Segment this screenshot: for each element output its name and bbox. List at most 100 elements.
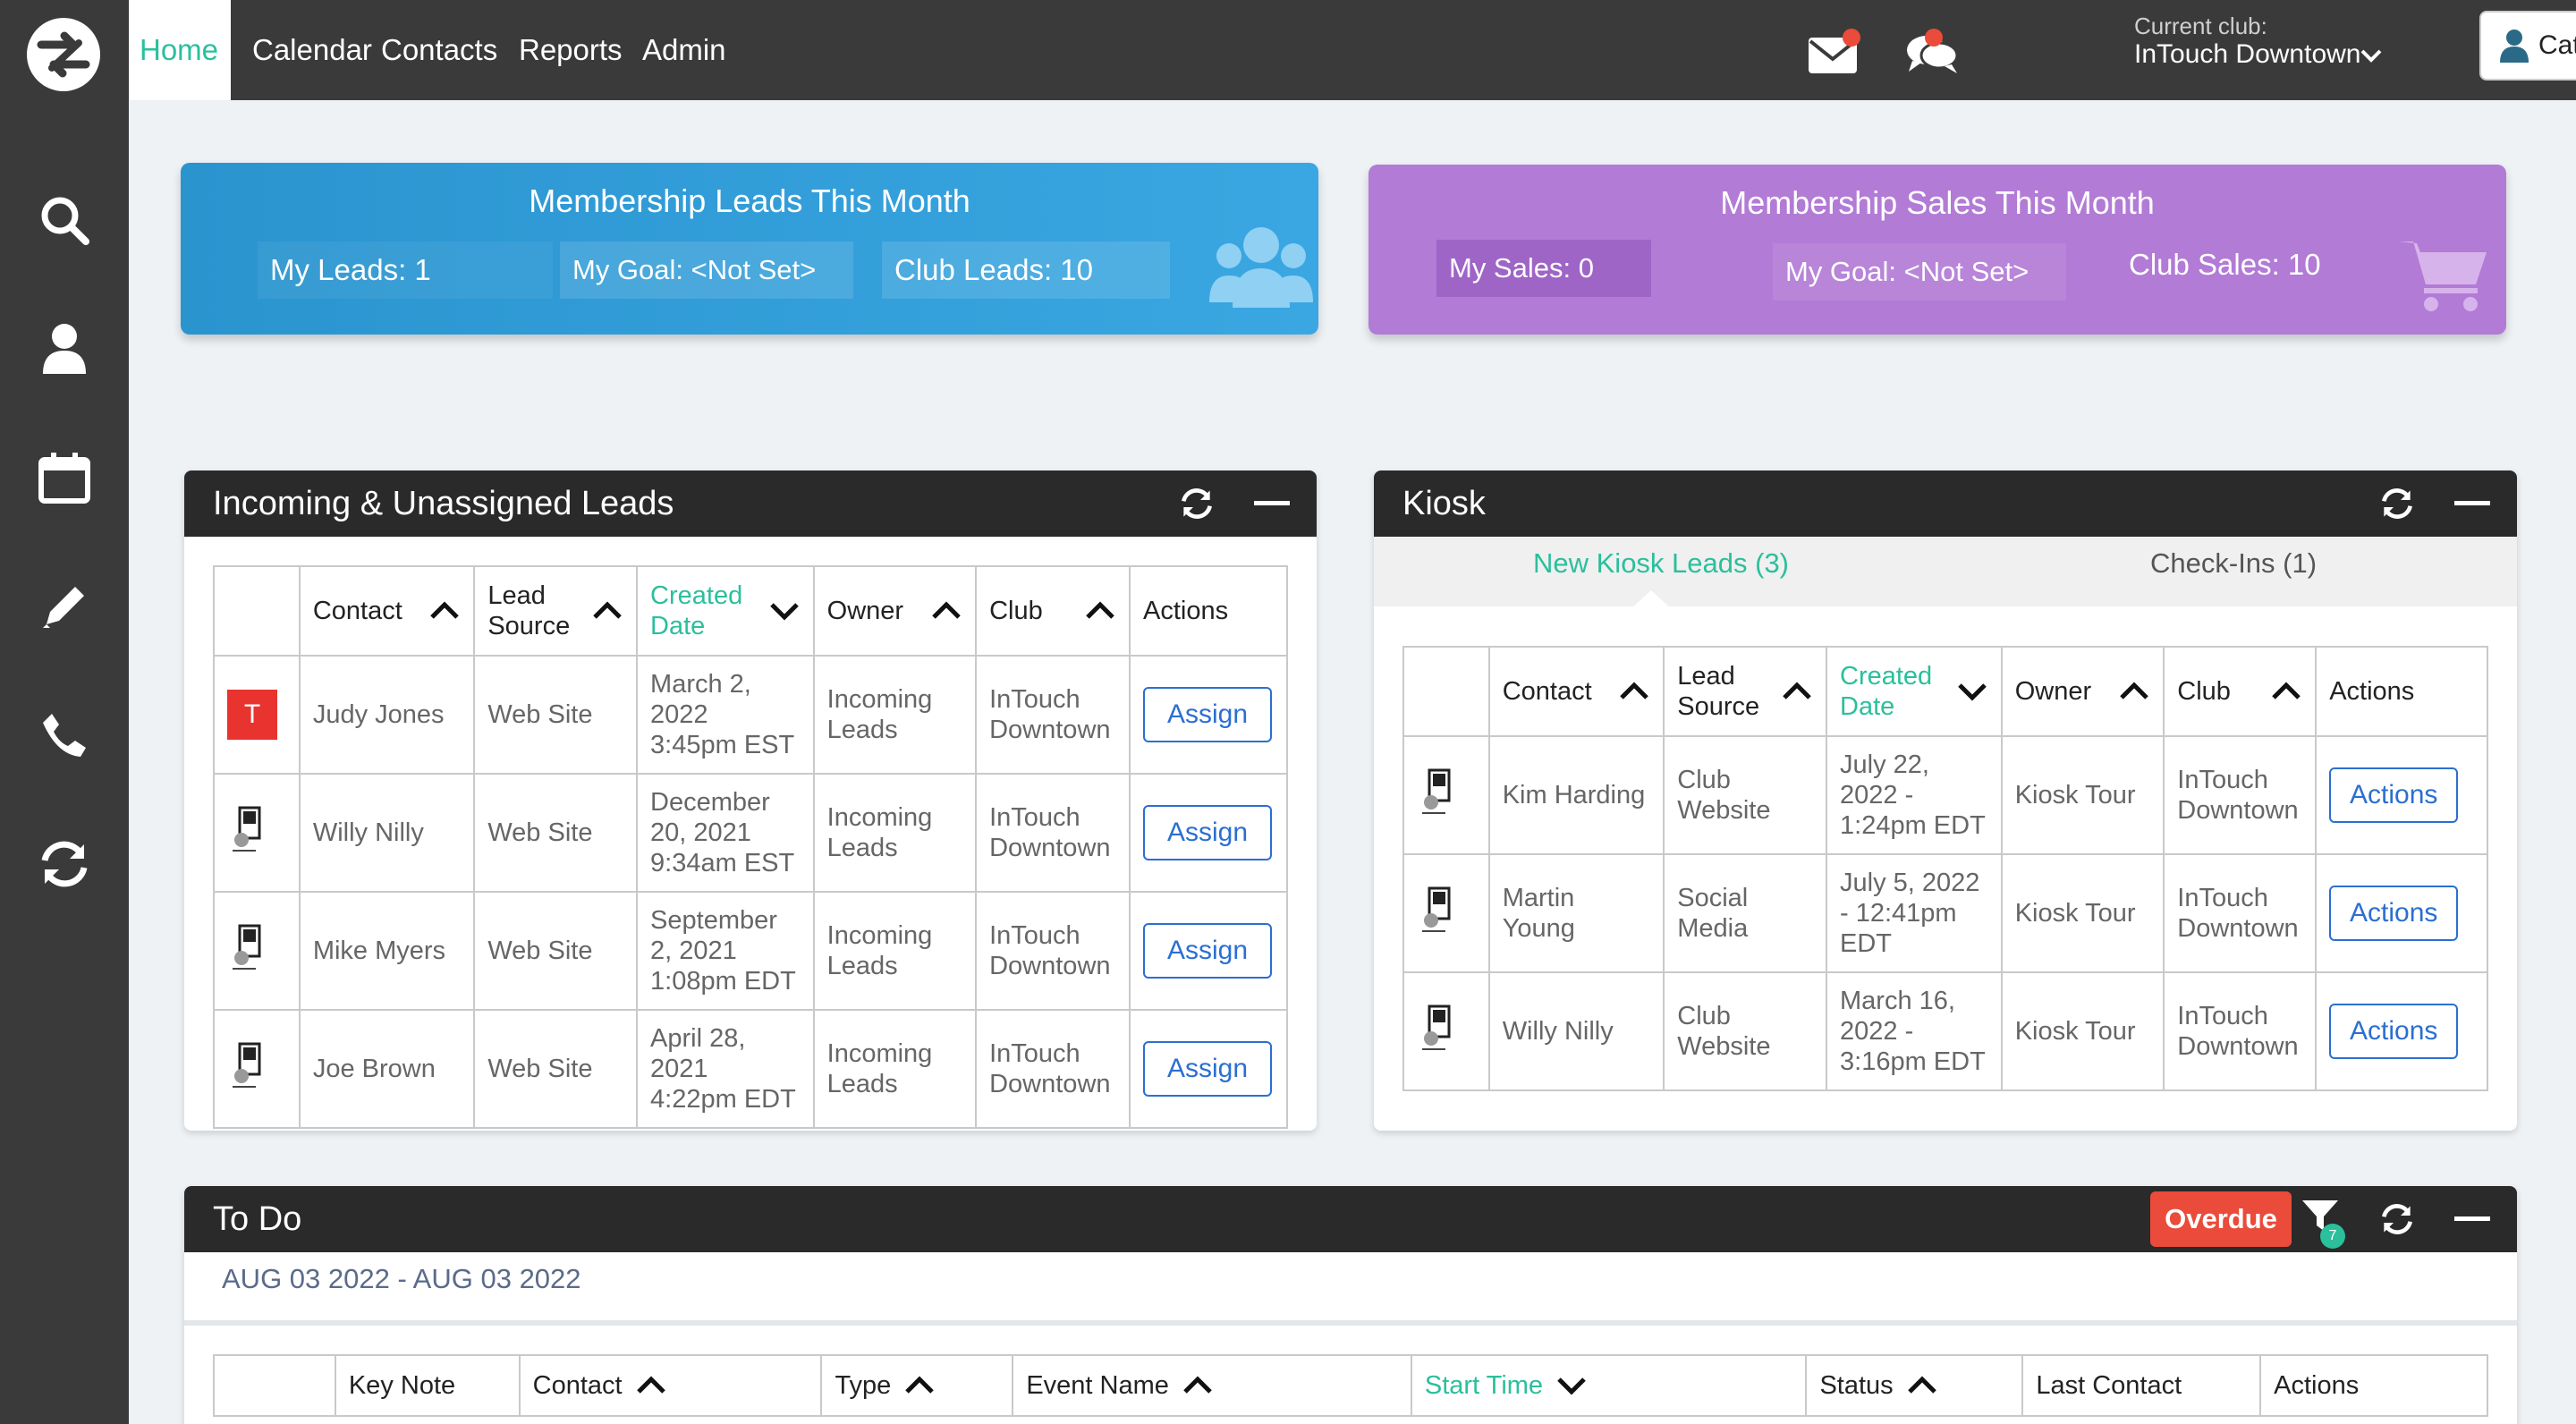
sort-down-icon[interactable] xyxy=(768,601,801,621)
column-header-start-time[interactable]: Start Time xyxy=(1410,1354,1808,1417)
column-header-contact[interactable]: Contact xyxy=(1487,646,1665,737)
nav-home[interactable]: Home xyxy=(129,0,231,100)
filter-icon[interactable]: 7 xyxy=(2301,1197,2345,1249)
assign-button[interactable]: Assign xyxy=(1142,805,1272,860)
mail-notification-badge xyxy=(1843,29,1860,47)
sort-up-icon[interactable] xyxy=(1182,1376,1214,1395)
table-row[interactable]: Willy Nilly Club Website March 16, 2022 … xyxy=(1402,971,2488,1091)
column-header-contact[interactable]: Contact xyxy=(518,1354,823,1417)
membership-sales-card: Membership Sales This Month My Sales: 0 … xyxy=(1368,165,2506,335)
refresh-icon[interactable] xyxy=(1179,486,1215,521)
kiosk-device-icon[interactable] xyxy=(1402,735,1490,855)
owner-cell: Incoming Leads xyxy=(812,891,978,1011)
table-row[interactable]: Mike Myers Web Site September 2, 2021 1:… xyxy=(213,891,1289,1011)
club-sales-stat[interactable]: Club Sales: 10 xyxy=(2116,236,2385,293)
contact-cell[interactable]: Judy Jones xyxy=(298,655,476,775)
column-header-contact[interactable]: Contact xyxy=(298,565,476,657)
sort-up-icon[interactable] xyxy=(1906,1376,1938,1395)
kiosk-device-icon[interactable] xyxy=(213,1009,301,1129)
assign-button[interactable]: Assign xyxy=(1142,1041,1272,1097)
contact-cell[interactable]: Kim Harding xyxy=(1487,735,1665,855)
user-menu-button[interactable]: Cate Tyler xyxy=(2479,11,2576,81)
nav-contacts[interactable]: Contacts xyxy=(370,0,508,100)
column-header-event-name[interactable]: Event Name xyxy=(1012,1354,1412,1417)
my-sales-stat[interactable]: My Sales: 0 xyxy=(1436,240,1651,297)
app-logo-icon[interactable] xyxy=(25,16,102,93)
column-header-lead-source[interactable]: Lead Source xyxy=(1663,646,1828,737)
actions-button[interactable]: Actions xyxy=(2329,886,2459,941)
refresh-icon[interactable] xyxy=(2379,486,2415,521)
table-row[interactable]: T Judy Jones Web Site March 2, 2022 3:45… xyxy=(213,655,1289,775)
sort-up-icon[interactable] xyxy=(1084,601,1116,621)
sales-goal-stat[interactable]: My Goal: <Not Set> xyxy=(1773,243,2066,301)
table-row[interactable]: Kim Harding Club Website July 22, 2022 -… xyxy=(1402,735,2488,855)
kiosk-device-icon[interactable] xyxy=(1402,971,1490,1091)
nav-admin[interactable]: Admin xyxy=(631,0,737,100)
minimize-icon[interactable] xyxy=(2454,1216,2490,1222)
kiosk-title: Kiosk xyxy=(1402,484,1486,522)
sort-up-icon[interactable] xyxy=(591,601,623,621)
sort-up-icon[interactable] xyxy=(1618,682,1650,701)
column-header-lead-source[interactable]: Lead Source xyxy=(473,565,639,657)
sort-down-icon[interactable] xyxy=(1555,1376,1588,1395)
pencil-icon[interactable] xyxy=(32,574,97,639)
overdue-button[interactable]: Overdue xyxy=(2150,1191,2292,1247)
column-header-type[interactable]: Type xyxy=(820,1354,1014,1417)
kiosk-device-icon[interactable] xyxy=(213,773,301,893)
leads-goal-stat[interactable]: My Goal: <Not Set> xyxy=(560,242,853,299)
minimize-icon[interactable] xyxy=(1254,501,1290,506)
sort-up-icon[interactable] xyxy=(930,601,962,621)
avatar[interactable]: T xyxy=(213,655,301,775)
actions-button[interactable]: Actions xyxy=(2329,767,2459,823)
column-header-created-date[interactable]: Created Date xyxy=(636,565,815,657)
assign-button[interactable]: Assign xyxy=(1142,923,1272,979)
column-header-owner[interactable]: Owner xyxy=(812,565,978,657)
actions-button[interactable]: Actions xyxy=(2329,1004,2459,1059)
column-header-club[interactable]: Club xyxy=(975,565,1131,657)
table-row[interactable]: Willy Nilly Web Site December 20, 2021 9… xyxy=(213,773,1289,893)
kiosk-device-icon[interactable] xyxy=(1402,853,1490,973)
nav-reports[interactable]: Reports xyxy=(508,0,633,100)
sort-up-icon[interactable] xyxy=(2270,682,2302,701)
sort-up-icon[interactable] xyxy=(635,1376,667,1395)
sort-up-icon[interactable] xyxy=(903,1376,936,1395)
sort-down-icon[interactable] xyxy=(1956,682,1988,701)
active-tab-indicator xyxy=(1631,590,1671,608)
phone-icon[interactable] xyxy=(32,703,97,767)
column-header-owner[interactable]: Owner xyxy=(2000,646,2165,737)
mail-icon[interactable] xyxy=(1805,25,1862,79)
kiosk-device-icon[interactable] xyxy=(213,891,301,1011)
table-row[interactable]: Joe Brown Web Site April 28, 2021 4:22pm… xyxy=(213,1009,1289,1129)
my-leads-stat[interactable]: My Leads: 1 xyxy=(258,242,553,299)
contact-cell[interactable]: Mike Myers xyxy=(298,891,476,1011)
contact-cell[interactable]: Willy Nilly xyxy=(1487,971,1665,1091)
todo-date-range[interactable]: AUG 03 2022 - AUG 03 2022 xyxy=(222,1263,581,1295)
contact-cell[interactable]: Joe Brown xyxy=(298,1009,476,1129)
minimize-icon[interactable] xyxy=(2454,501,2490,506)
sort-up-icon[interactable] xyxy=(428,601,461,621)
tab-check-ins[interactable]: Check-Ins (1) xyxy=(2150,547,2317,580)
calendar-icon[interactable] xyxy=(32,445,97,510)
sync-icon[interactable] xyxy=(32,832,97,896)
current-club-select[interactable]: InTouch Downtown xyxy=(2134,39,2360,70)
nav-calendar[interactable]: Calendar xyxy=(242,0,383,100)
sort-up-icon[interactable] xyxy=(1781,682,1813,701)
chat-icon[interactable] xyxy=(1903,25,1961,79)
refresh-icon[interactable] xyxy=(2379,1201,2415,1237)
contact-cell[interactable]: Willy Nilly xyxy=(298,773,476,893)
contact-cell[interactable]: Martin Young xyxy=(1487,853,1665,973)
column-header-created-date[interactable]: Created Date xyxy=(1826,646,2003,737)
column-header-status[interactable]: Status xyxy=(1805,1354,2024,1417)
sort-up-icon[interactable] xyxy=(2118,682,2150,701)
owner-cell: Incoming Leads xyxy=(812,655,978,775)
tab-new-kiosk-leads[interactable]: New Kiosk Leads (3) xyxy=(1533,547,1789,580)
chevron-down-icon[interactable] xyxy=(2360,48,2383,64)
kiosk-leads-table: Contact Lead Source Created Date Owner C… xyxy=(1402,646,2488,1091)
club-leads-stat[interactable]: Club Leads: 10 xyxy=(882,242,1170,299)
column-header-club[interactable]: Club xyxy=(2163,646,2318,737)
search-icon[interactable] xyxy=(32,188,97,252)
person-icon[interactable] xyxy=(32,317,97,381)
owner-cell: Kiosk Tour xyxy=(2000,735,2165,855)
table-row[interactable]: Martin Young Social Media July 5, 2022 -… xyxy=(1402,853,2488,973)
assign-button[interactable]: Assign xyxy=(1142,687,1272,742)
